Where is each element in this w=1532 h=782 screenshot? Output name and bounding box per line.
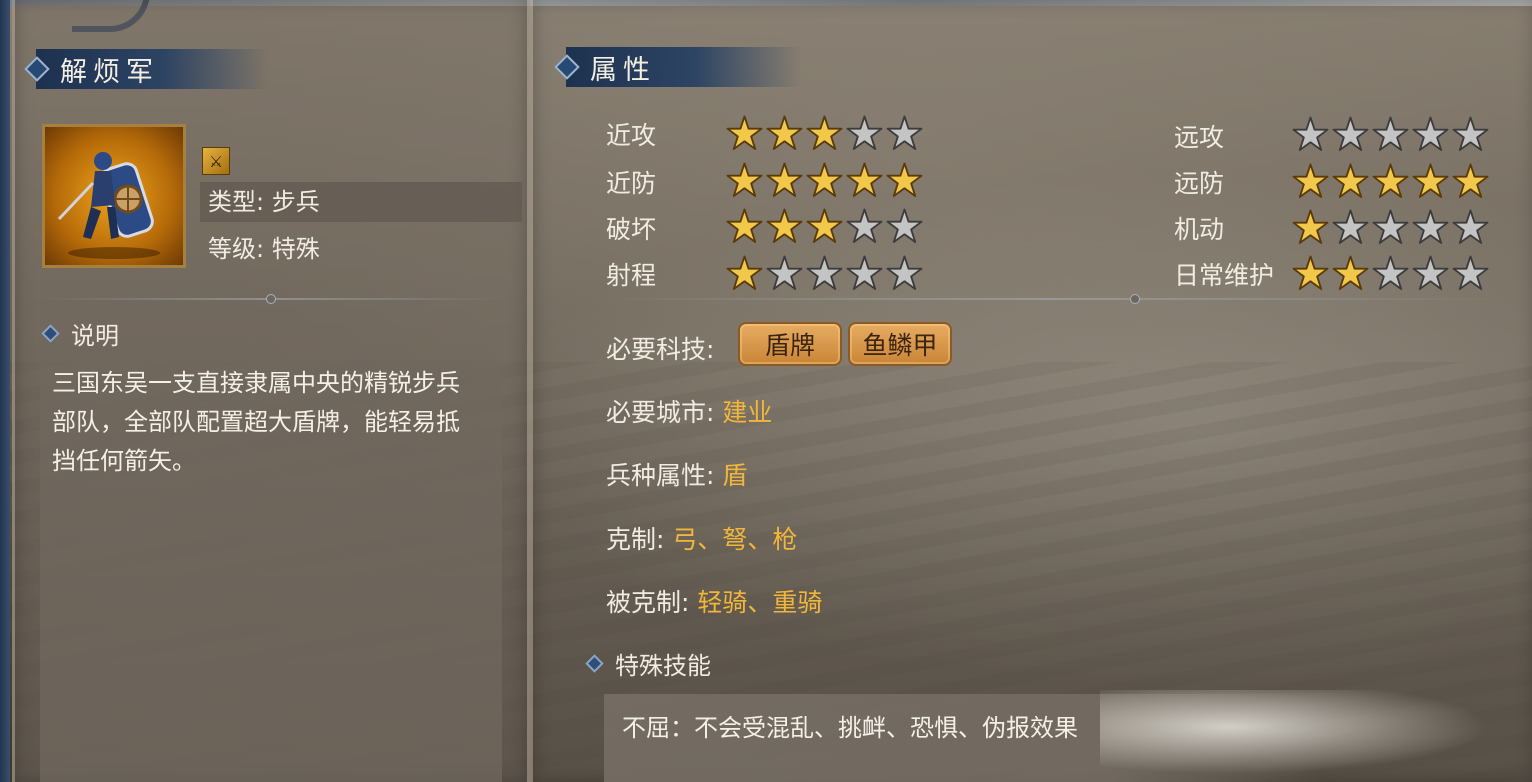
section-divider — [600, 294, 1500, 304]
diamond-icon — [585, 654, 604, 673]
counters-row: 克制: 弓、弩、枪 — [606, 520, 797, 556]
countered-by-value: 轻骑、重骑 — [697, 588, 823, 617]
star-filled-icon — [1292, 163, 1329, 198]
description-title: 说明 — [71, 322, 119, 350]
star-filled-icon — [726, 115, 763, 150]
troop-attribute-row: 兵种属性: 盾 — [606, 456, 747, 492]
stat-label-upkeep: 日常维护 — [1174, 261, 1275, 290]
star-empty-icon — [1372, 255, 1409, 290]
required-tech-label: 必要科技: — [606, 335, 715, 364]
stat-stars-destruction — [726, 208, 923, 245]
tech-fishscale-armor-button[interactable]: 鱼鳞甲 — [848, 322, 952, 366]
star-filled-icon — [1372, 163, 1409, 198]
star-empty-icon — [1452, 209, 1489, 244]
star-empty-icon — [806, 255, 843, 290]
special-skill-text: 不屈：不会受混乱、挑衅、恐惧、伪报效果 — [622, 714, 1078, 742]
star-filled-icon — [726, 255, 763, 290]
star-filled-icon — [1292, 255, 1329, 290]
attributes-title: 属性 — [590, 54, 656, 86]
star-filled-icon — [1332, 255, 1369, 290]
tech-shield-button[interactable]: 盾牌 — [738, 322, 842, 366]
unit-level: 等级: 特殊 — [208, 235, 320, 263]
stat-stars-melee-defense — [726, 162, 923, 199]
star-empty-icon — [886, 208, 923, 243]
unit-name-header: 解烦军 — [24, 49, 268, 89]
star-empty-icon — [846, 208, 883, 243]
stat-stars-ranged-attack — [1292, 116, 1489, 153]
star-filled-icon — [766, 162, 803, 197]
star-empty-icon — [886, 115, 923, 150]
special-skill-title: 特殊技能 — [615, 652, 711, 680]
unit-type: 类型: 步兵 — [200, 182, 522, 222]
unit-name: 解烦军 — [60, 56, 159, 88]
star-empty-icon — [846, 115, 883, 150]
countered-by-label: 被克制: — [606, 588, 690, 617]
star-filled-icon — [806, 115, 843, 150]
attributes-header: 属性 — [554, 47, 802, 87]
counters-value: 弓、弩、枪 — [672, 525, 798, 554]
stat-stars-upkeep — [1292, 255, 1489, 292]
stat-stars-ranged-defense — [1292, 163, 1489, 200]
shield-soldier-icon — [57, 152, 160, 259]
star-filled-icon — [766, 115, 803, 150]
star-empty-icon — [1372, 209, 1409, 244]
stat-label-destruction: 破坏 — [606, 215, 657, 244]
diamond-icon — [41, 324, 60, 343]
unit-portrait[interactable] — [42, 124, 186, 268]
star-empty-icon — [1412, 255, 1449, 290]
stat-stars-mobility — [1292, 209, 1489, 246]
star-filled-icon — [1292, 209, 1329, 244]
star-filled-icon — [1412, 163, 1449, 198]
stat-label-ranged-attack: 远攻 — [1174, 123, 1225, 152]
stat-label-range: 射程 — [606, 261, 657, 290]
star-filled-icon — [886, 162, 923, 197]
star-filled-icon — [726, 162, 763, 197]
star-empty-icon — [886, 255, 923, 290]
description-text: 三国东吴一支直接隶属中央的精锐步兵部队，全部队配置超大盾牌，能轻易抵挡任何箭矢。 — [52, 369, 460, 475]
star-empty-icon — [1452, 255, 1489, 290]
left-border — [0, 0, 10, 782]
stat-label-mobility: 机动 — [1174, 215, 1225, 244]
star-filled-icon — [1332, 163, 1369, 198]
star-empty-icon — [1372, 116, 1409, 151]
countered-by-row: 被克制: 轻骑、重骑 — [606, 583, 822, 619]
star-empty-icon — [1452, 116, 1489, 151]
stat-label-ranged-defense: 远防 — [1174, 169, 1225, 198]
stat-label-melee-attack: 近攻 — [606, 121, 657, 150]
star-empty-icon — [846, 255, 883, 290]
troop-attribute-label: 兵种属性: — [606, 461, 715, 490]
description-heading: 说明 — [41, 316, 119, 351]
star-empty-icon — [1332, 209, 1369, 244]
star-filled-icon — [806, 162, 843, 197]
counters-label: 克制: — [606, 525, 665, 554]
star-empty-icon — [766, 255, 803, 290]
stat-stars-range — [726, 255, 923, 292]
divider-dot-icon — [1130, 294, 1140, 304]
star-empty-icon — [1412, 116, 1449, 151]
star-empty-icon — [1412, 209, 1449, 244]
troop-attribute-value: 盾 — [722, 461, 748, 490]
section-divider — [42, 294, 502, 304]
star-filled-icon — [846, 162, 883, 197]
divider-dot-icon — [266, 294, 276, 304]
required-city-row: 必要城市: 建业 — [606, 393, 772, 429]
star-filled-icon — [726, 208, 763, 243]
star-filled-icon — [806, 208, 843, 243]
star-filled-icon — [766, 208, 803, 243]
sword-icon: ⚔ — [202, 147, 230, 175]
special-skill-heading: 特殊技能 — [585, 646, 711, 681]
required-city-value: 建业 — [722, 398, 773, 427]
fog-overlay — [1100, 690, 1532, 782]
required-city-label: 必要城市: — [606, 398, 715, 427]
star-empty-icon — [1292, 116, 1329, 151]
stat-label-melee-defense: 近防 — [606, 169, 657, 198]
stat-stars-melee-attack — [726, 115, 923, 152]
star-empty-icon — [1332, 116, 1369, 151]
star-filled-icon — [1452, 163, 1489, 198]
